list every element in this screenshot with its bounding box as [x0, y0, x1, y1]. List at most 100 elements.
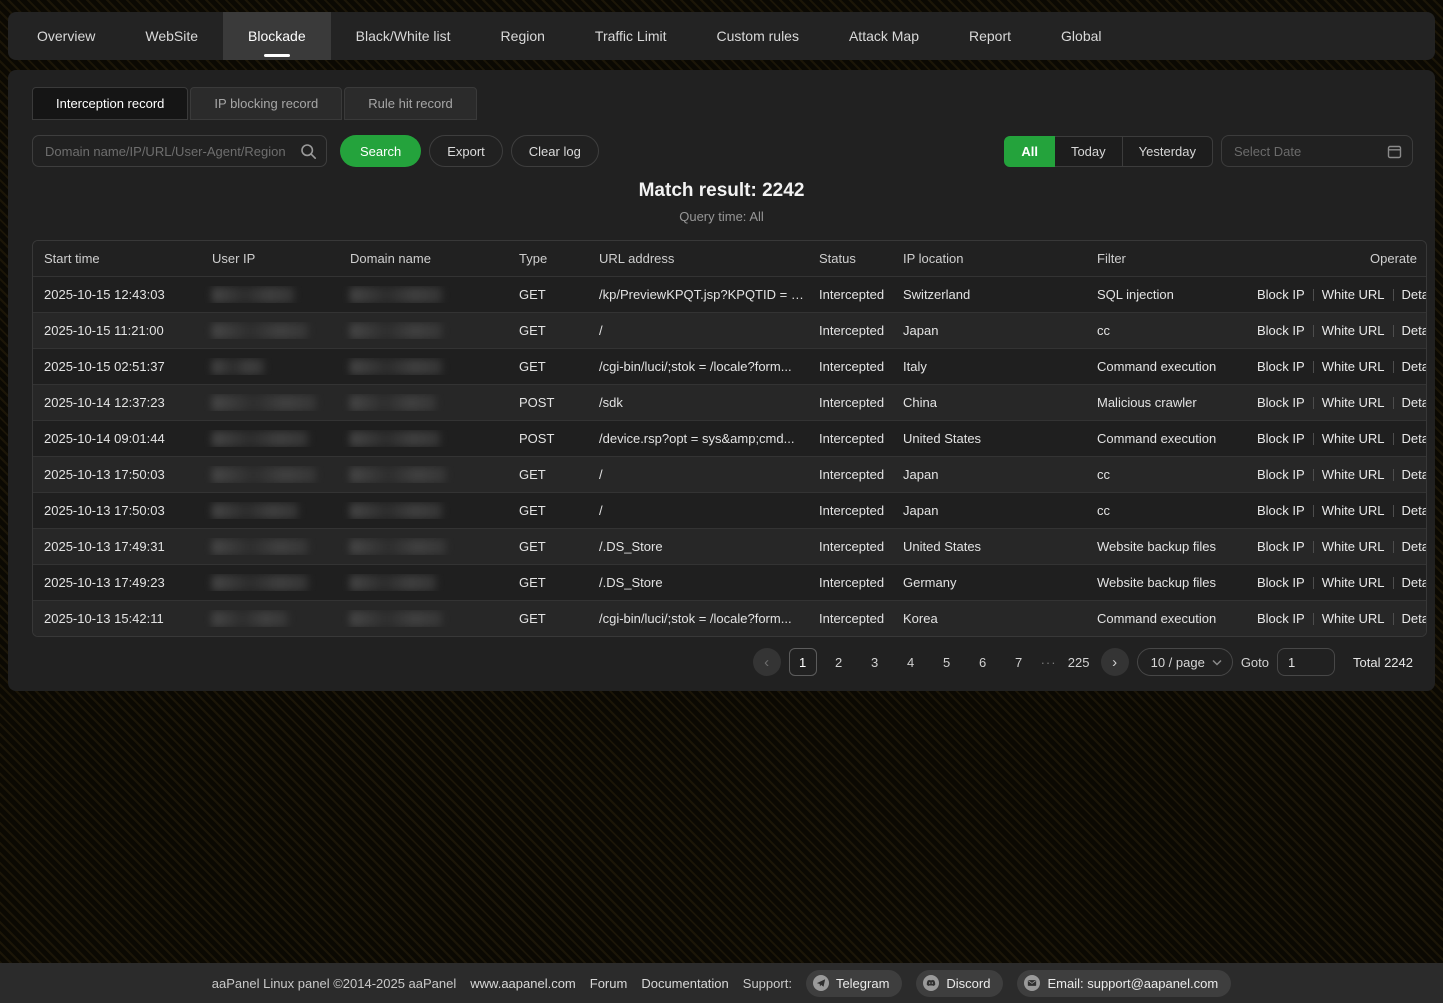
details-link[interactable]: Details [1402, 431, 1426, 446]
prev-page-button[interactable]: ‹ [753, 648, 781, 676]
block-ip-link[interactable]: Block IP [1257, 395, 1305, 410]
column-header-user-ip: User IP [201, 251, 339, 266]
page-button-3[interactable]: 3 [861, 648, 889, 676]
date-segment-today[interactable]: Today [1055, 136, 1123, 167]
white-url-link[interactable]: White URL [1322, 359, 1385, 374]
cell-start-time: 2025-10-14 09:01:44 [33, 431, 201, 446]
nav-item-overview[interactable]: Overview [12, 12, 120, 60]
page-button-6[interactable]: 6 [969, 648, 997, 676]
goto-page-input[interactable] [1277, 648, 1335, 676]
page-button-5[interactable]: 5 [933, 648, 961, 676]
operate-links: Block IP White URL Details [1257, 611, 1426, 626]
white-url-link[interactable]: White URL [1322, 611, 1385, 626]
details-link[interactable]: Details [1402, 539, 1426, 554]
nav-item-region[interactable]: Region [476, 12, 570, 60]
white-url-link[interactable]: White URL [1322, 323, 1385, 338]
nav-item-global[interactable]: Global [1036, 12, 1126, 60]
page-button-4[interactable]: 4 [897, 648, 925, 676]
white-url-link[interactable]: White URL [1322, 431, 1385, 446]
footer-website-link[interactable]: www.aapanel.com [470, 976, 576, 991]
discord-label: Discord [946, 976, 990, 991]
details-link[interactable]: Details [1402, 359, 1426, 374]
domain-redacted [350, 287, 442, 303]
select-date-input[interactable]: Select Date [1221, 135, 1413, 167]
white-url-link[interactable]: White URL [1322, 287, 1385, 302]
table-row: 2025-10-14 09:01:44POST/device.rsp?opt =… [33, 420, 1426, 456]
nav-item-black-white-list[interactable]: Black/White list [331, 12, 476, 60]
email-button[interactable]: Email: support@aapanel.com [1017, 970, 1231, 997]
domain-redacted [350, 503, 442, 519]
search-button[interactable]: Search [340, 135, 421, 167]
block-ip-link[interactable]: Block IP [1257, 323, 1305, 338]
page-size-select[interactable]: 10 / page [1137, 648, 1233, 676]
page-button-7[interactable]: 7 [1005, 648, 1033, 676]
block-ip-link[interactable]: Block IP [1257, 503, 1305, 518]
domain-redacted [350, 359, 442, 375]
white-url-link[interactable]: White URL [1322, 539, 1385, 554]
column-header-ip-location: IP location [892, 251, 1086, 266]
white-url-link[interactable]: White URL [1322, 467, 1385, 482]
date-segment-all[interactable]: All [1004, 136, 1055, 167]
cell-url: / [588, 467, 808, 482]
clear-log-button[interactable]: Clear log [511, 135, 599, 167]
footer-forum-link[interactable]: Forum [590, 976, 628, 991]
subtab-interception-record[interactable]: Interception record [32, 87, 188, 120]
action-divider [1313, 469, 1314, 481]
nav-item-report[interactable]: Report [944, 12, 1036, 60]
table-row: 2025-10-13 17:49:23GET/.DS_StoreIntercep… [33, 564, 1426, 600]
block-ip-link[interactable]: Block IP [1257, 575, 1305, 590]
email-label: Email: support@aapanel.com [1047, 976, 1218, 991]
page-button-2[interactable]: 2 [825, 648, 853, 676]
search-icon [300, 143, 317, 160]
cell-status: Intercepted [808, 395, 892, 410]
export-button[interactable]: Export [429, 135, 503, 167]
result-summary: Match result: 2242 Query time: All [8, 180, 1435, 224]
block-ip-link[interactable]: Block IP [1257, 539, 1305, 554]
discord-button[interactable]: Discord [916, 970, 1003, 997]
interception-table: Start timeUser IPDomain nameTypeURL addr… [32, 240, 1427, 637]
white-url-link[interactable]: White URL [1322, 503, 1385, 518]
page-button-1[interactable]: 1 [789, 648, 817, 676]
top-navbar: OverviewWebSiteBlockadeBlack/White listR… [8, 12, 1435, 60]
date-filters: AllTodayYesterday Select Date [1004, 135, 1413, 167]
nav-item-blockade[interactable]: Blockade [223, 12, 331, 60]
page-button-225[interactable]: 225 [1065, 648, 1093, 676]
details-link[interactable]: Details [1402, 287, 1426, 302]
white-url-link[interactable]: White URL [1322, 395, 1385, 410]
cell-url: /cgi-bin/luci/;stok = /locale?form... [588, 359, 808, 374]
details-link[interactable]: Details [1402, 395, 1426, 410]
details-link[interactable]: Details [1402, 503, 1426, 518]
cell-start-time: 2025-10-14 12:37:23 [33, 395, 201, 410]
block-ip-link[interactable]: Block IP [1257, 287, 1305, 302]
details-link[interactable]: Details [1402, 575, 1426, 590]
action-divider [1393, 469, 1394, 481]
cell-type: GET [508, 503, 588, 518]
details-link[interactable]: Details [1402, 323, 1426, 338]
next-page-button[interactable]: › [1101, 648, 1129, 676]
block-ip-link[interactable]: Block IP [1257, 431, 1305, 446]
nav-item-traffic-limit[interactable]: Traffic Limit [570, 12, 692, 60]
subtab-ip-blocking-record[interactable]: IP blocking record [190, 87, 342, 120]
nav-item-custom-rules[interactable]: Custom rules [692, 12, 824, 60]
block-ip-link[interactable]: Block IP [1257, 611, 1305, 626]
cell-operate: Block IP White URL Details [1246, 467, 1426, 482]
cell-domain-name [339, 466, 508, 483]
cell-url: /cgi-bin/luci/;stok = /locale?form... [588, 611, 808, 626]
block-ip-link[interactable]: Block IP [1257, 467, 1305, 482]
nav-item-attack-map[interactable]: Attack Map [824, 12, 944, 60]
nav-item-website[interactable]: WebSite [120, 12, 223, 60]
details-link[interactable]: Details [1402, 467, 1426, 482]
footer-documentation-link[interactable]: Documentation [641, 976, 728, 991]
cell-user-ip [201, 538, 339, 555]
details-link[interactable]: Details [1402, 611, 1426, 626]
cell-url: / [588, 323, 808, 338]
date-segment-yesterday[interactable]: Yesterday [1123, 136, 1213, 167]
telegram-button[interactable]: Telegram [806, 970, 902, 997]
cell-filter: cc [1086, 323, 1246, 338]
subtab-rule-hit-record[interactable]: Rule hit record [344, 87, 477, 120]
block-ip-link[interactable]: Block IP [1257, 359, 1305, 374]
page-ellipsis: ··· [1041, 655, 1057, 670]
cell-start-time: 2025-10-15 12:43:03 [33, 287, 201, 302]
search-input[interactable] [33, 144, 326, 159]
white-url-link[interactable]: White URL [1322, 575, 1385, 590]
